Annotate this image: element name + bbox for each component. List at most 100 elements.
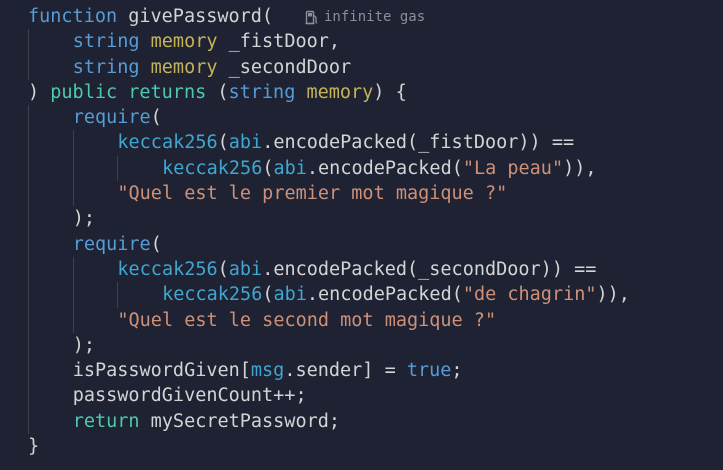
code-token: (	[407, 258, 419, 280]
code-line[interactable]: return mySecretPassword;	[0, 408, 723, 435]
code-token: require	[72, 107, 151, 129]
code-token: )	[574, 157, 586, 179]
code-token: )	[607, 284, 619, 306]
code-token: ;	[83, 334, 95, 356]
code-token: (	[150, 233, 162, 255]
code-token: (	[451, 284, 463, 306]
code-token: )	[551, 258, 563, 280]
indent-guide	[28, 29, 29, 55]
code-line[interactable]: require(	[0, 231, 723, 257]
code-token: ]	[362, 360, 374, 382]
gas-pump-icon	[305, 10, 319, 25]
code-line[interactable]: passwordGivenCount++;	[0, 383, 723, 409]
code-text: "Quel est le premier mot magique ?"	[117, 181, 507, 206]
code-token: .	[262, 258, 274, 280]
code-editor[interactable]: function givePassword(string memory _fis…	[0, 4, 723, 459]
code-token: memory	[306, 81, 374, 103]
code-line[interactable]: keccak256(abi.encodePacked("de chagrin")…	[0, 282, 723, 308]
code-token: abi	[228, 258, 263, 280]
code-token: require	[72, 233, 151, 255]
code-token: [	[239, 360, 251, 382]
code-text: string memory _secondDoor	[73, 55, 351, 80]
code-text: passwordGivenCount++;	[73, 383, 307, 408]
code-line[interactable]: "Quel est le second mot magique ?"	[0, 307, 723, 333]
indent-guide	[28, 181, 29, 207]
code-token: keccak256	[162, 157, 263, 179]
code-text: function givePassword(	[28, 4, 273, 29]
indent-guide	[28, 282, 29, 308]
code-token: )	[596, 284, 608, 306]
code-token: _fistDoor	[228, 31, 329, 53]
code-line[interactable]: isPasswordGiven[msg.sender] = true;	[0, 358, 723, 384]
code-token: public	[50, 81, 118, 103]
code-line[interactable]: string memory _fistDoor,	[0, 29, 723, 55]
code-text: require(	[73, 105, 162, 130]
indent-guide	[72, 307, 74, 333]
code-token: true	[406, 360, 452, 382]
code-text: isPasswordGiven[msg.sender] = true;	[73, 358, 463, 383]
code-text: ) public returns (string memory) {	[28, 80, 407, 105]
code-token: isPasswordGiven	[72, 360, 240, 382]
code-token: memory	[150, 31, 218, 53]
code-token: string	[228, 81, 296, 103]
code-token: )	[373, 81, 385, 103]
gas-hint-text: infinite gas	[324, 9, 426, 25]
code-token: ;	[295, 385, 307, 407]
code-token: string	[72, 56, 140, 78]
indent-guide	[28, 105, 29, 131]
code-line[interactable]: );	[0, 332, 723, 359]
indent-guide	[28, 358, 29, 384]
code-line[interactable]: keccak256(abi.encodePacked(_fistDoor)) =…	[0, 130, 723, 156]
code-token: encodePacked	[318, 157, 452, 179]
indent-guide	[28, 307, 29, 333]
code-token: )	[28, 81, 40, 103]
code-line[interactable]: "Quel est le premier mot magique ?"	[0, 181, 723, 207]
code-token: abi	[273, 284, 307, 306]
code-token: returns	[128, 81, 207, 103]
code-token: )	[72, 208, 84, 230]
indent-guide	[28, 231, 29, 257]
indent-guide	[28, 408, 29, 435]
indent-guide	[28, 332, 29, 359]
code-line[interactable]: }	[0, 434, 723, 459]
code-line[interactable]: ) public returns (string memory) {	[0, 80, 723, 105]
indent-guide	[28, 54, 29, 80]
code-token: )	[540, 258, 552, 280]
code-line[interactable]: string memory _secondDoor	[0, 54, 723, 80]
code-text: keccak256(abi.encodePacked(_fistDoor)) =…	[117, 130, 574, 155]
code-line[interactable]: require(	[0, 105, 723, 131]
indent-guide	[72, 155, 74, 182]
code-token: )	[72, 334, 84, 356]
code-token: givePassword	[128, 6, 262, 27]
code-token: encodePacked	[318, 284, 452, 306]
code-line[interactable]: );	[0, 206, 723, 232]
code-line[interactable]: keccak256(abi.encodePacked("La peau")),	[0, 155, 723, 182]
code-token: )	[518, 132, 530, 154]
code-token: }	[28, 436, 40, 458]
code-token: .	[306, 284, 319, 306]
code-text: );	[73, 333, 95, 358]
code-token: .	[284, 360, 296, 382]
code-line[interactable]: keccak256(abi.encodePacked(_secondDoor))…	[0, 256, 723, 283]
code-token: keccak256	[162, 284, 263, 306]
code-token: msg	[250, 360, 285, 382]
code-token: sender	[295, 360, 363, 382]
code-token: (	[262, 284, 274, 306]
code-token: (	[262, 157, 274, 179]
indent-guide	[28, 206, 29, 232]
indent-guide	[117, 155, 119, 182]
indent-guide	[72, 130, 74, 156]
code-token: abi	[228, 132, 263, 154]
indent-guide	[28, 130, 29, 156]
code-text: }	[28, 434, 39, 459]
